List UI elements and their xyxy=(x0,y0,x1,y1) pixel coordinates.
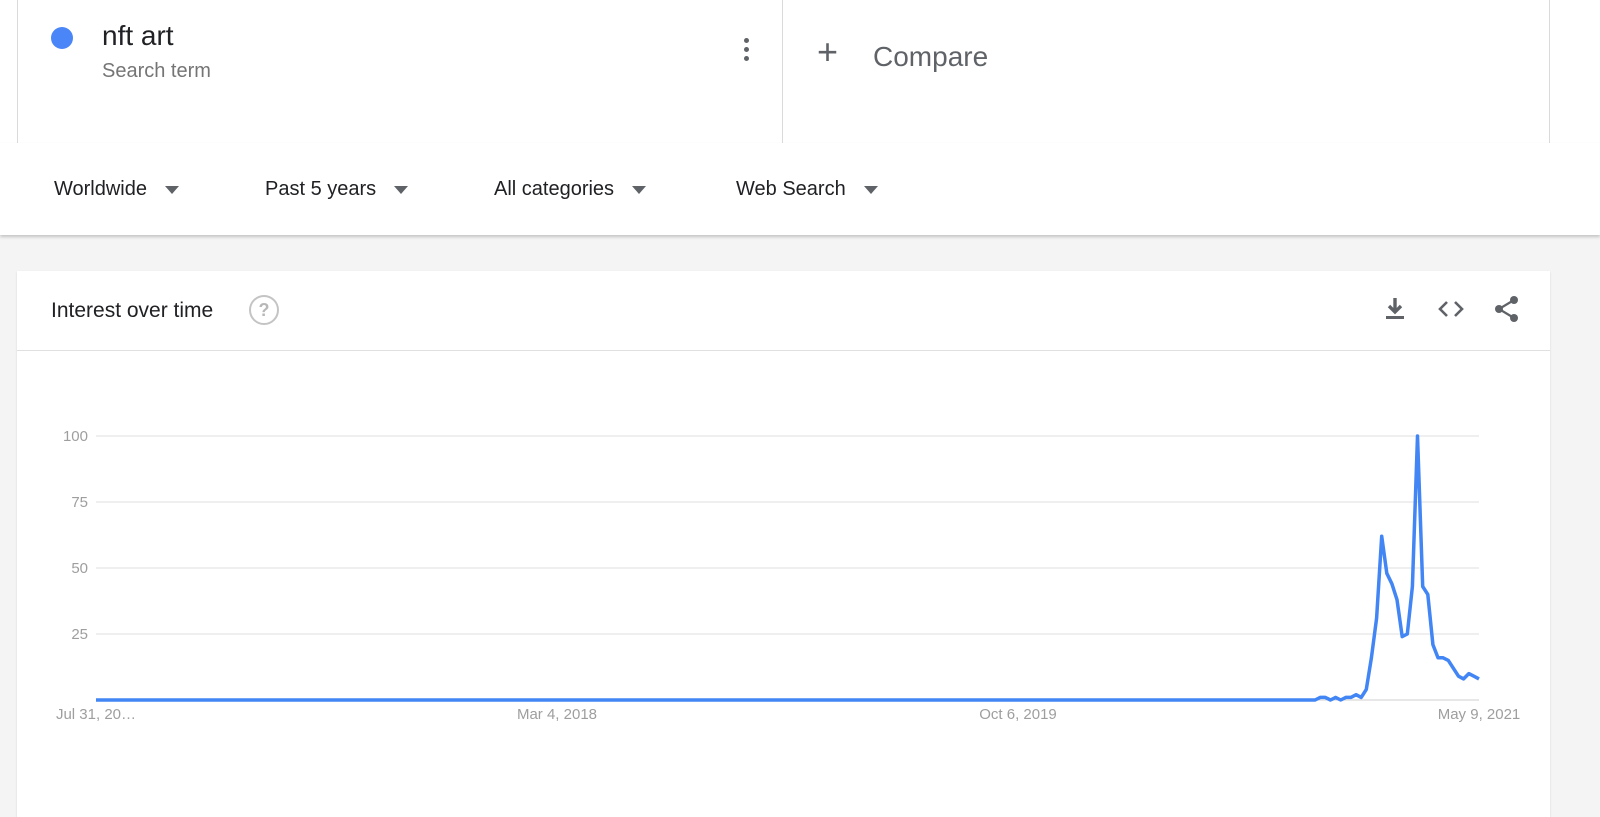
location-filter[interactable]: Worldwide xyxy=(54,178,179,201)
y-tick-label: 50 xyxy=(71,560,88,577)
time-range-filter[interactable]: Past 5 years xyxy=(265,178,409,201)
x-tick-label: May 9, 2021 xyxy=(1438,706,1521,723)
y-tick-label: 25 xyxy=(71,626,88,643)
dropdown-arrow-icon xyxy=(394,185,409,194)
compare-label: Compare xyxy=(873,41,989,72)
more-options-icon[interactable] xyxy=(740,38,752,66)
category-filter-label: All categories xyxy=(494,178,615,200)
interest-over-time-panel: Interest over time ? 25 50 75 100 Jul 31, 20… xyxy=(17,271,1550,817)
x-tick-label: Mar 4, 2018 xyxy=(517,706,597,723)
interest-chart: 25 50 75 100 Jul 31, 20… Mar 4, 2018 Oct 6, 20… xyxy=(56,428,1521,723)
x-tick-label: Jul 31, 20… xyxy=(56,706,136,723)
y-tick-label: 75 xyxy=(71,494,88,511)
term-color-dot xyxy=(51,27,73,49)
search-term-name[interactable]: nft art xyxy=(102,20,174,52)
x-tick-label: Oct 6, 2019 xyxy=(979,706,1057,723)
dropdown-arrow-icon xyxy=(165,185,179,194)
filter-bar: Worldwide Past 5 years All categories We… xyxy=(0,143,1600,235)
panel-header: Interest over time ? xyxy=(17,271,1550,351)
search-term-card[interactable]: nft art Search term xyxy=(17,0,783,143)
location-filter-label: Worldwide xyxy=(54,178,147,200)
share-icon[interactable] xyxy=(1491,293,1523,325)
dropdown-arrow-icon xyxy=(632,185,647,194)
search-term-type: Search term xyxy=(102,60,211,82)
search-terms-bar: nft art Search term + Compare xyxy=(0,0,1600,144)
plus-icon: + xyxy=(817,31,839,72)
time-range-filter-label: Past 5 years xyxy=(265,178,377,200)
category-filter[interactable]: All categories xyxy=(494,178,647,201)
download-icon[interactable] xyxy=(1379,293,1411,325)
compare-button[interactable]: + Compare xyxy=(783,0,1550,143)
panel-title: Interest over time xyxy=(51,299,214,322)
search-type-filter[interactable]: Web Search xyxy=(736,178,878,201)
dropdown-arrow-icon xyxy=(863,185,878,194)
y-tick-label: 100 xyxy=(63,428,88,445)
embed-code-icon[interactable] xyxy=(1435,293,1467,325)
help-icon[interactable]: ? xyxy=(249,295,279,325)
search-type-filter-label: Web Search xyxy=(736,178,846,200)
